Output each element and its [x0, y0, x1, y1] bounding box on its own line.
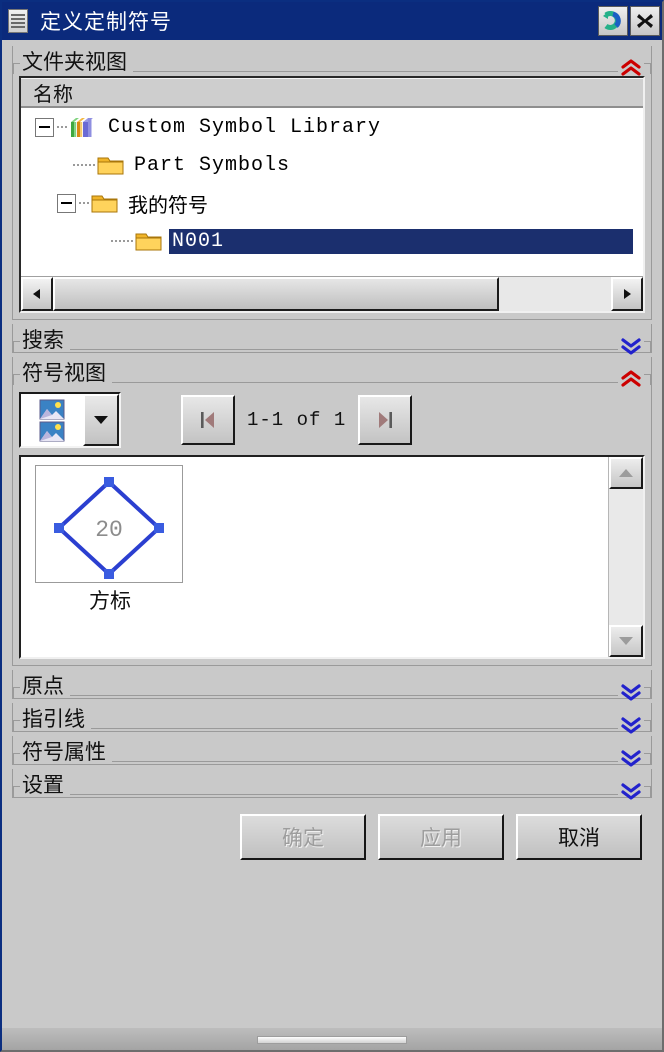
scroll-up-arrow-icon[interactable]: [609, 457, 643, 489]
titlebar: 定义定制符号: [2, 2, 662, 40]
hamburger-menu-icon[interactable]: [8, 9, 28, 33]
group-symbol-attributes-title: 符号属性: [22, 741, 106, 764]
define-custom-symbol-dialog: 定义定制符号 文件夹视图 名称 Custom Symbol Library Pa…: [0, 0, 664, 1052]
group-folder-view-header[interactable]: 文件夹视图: [13, 46, 651, 76]
dialog-body: 文件夹视图 名称 Custom Symbol Library Part Symb…: [2, 40, 662, 860]
folder-icon: [91, 191, 119, 215]
group-leader-line-title: 指引线: [22, 708, 85, 731]
folder-tree[interactable]: Custom Symbol Library Part Symbols 我的符号 …: [21, 108, 643, 276]
dialog-footer: 确定 应用 取消: [12, 802, 652, 860]
ok-button[interactable]: 确定: [240, 814, 366, 860]
group-folder-view-content: 名称 Custom Symbol Library Part Symbols 我的…: [19, 76, 645, 313]
tree-horizontal-scrollbar[interactable]: [21, 276, 643, 311]
group-settings: 设置: [12, 769, 652, 800]
tree-row[interactable]: Custom Symbol Library: [21, 108, 643, 146]
group-settings-title: 设置: [22, 774, 64, 797]
apply-button[interactable]: 应用: [378, 814, 504, 860]
chevron-down-double-icon[interactable]: [618, 781, 644, 801]
thumbnail-list-icon: [21, 394, 83, 446]
last-page-icon[interactable]: [358, 395, 413, 445]
folder-icon: [135, 229, 163, 253]
page-title: 定义定制符号: [40, 11, 172, 34]
group-origin: 原点: [12, 670, 652, 701]
tree-item-label: Custom Symbol Library: [108, 115, 382, 139]
chevron-down-double-icon[interactable]: [618, 715, 644, 735]
symbol-value-text: 20: [95, 517, 123, 543]
folder-icon: [97, 153, 125, 177]
symbol-name-label: 方标: [89, 590, 131, 613]
tree-item-label: Part Symbols: [134, 153, 291, 177]
scroll-left-arrow-icon[interactable]: [21, 277, 53, 311]
close-x-icon[interactable]: [630, 6, 660, 36]
resize-grip[interactable]: [257, 1036, 407, 1044]
scroll-right-arrow-icon[interactable]: [611, 277, 643, 311]
group-settings-header[interactable]: 设置: [13, 769, 651, 800]
resize-grip-bar[interactable]: [2, 1036, 662, 1044]
symbol-preview-thumbnail[interactable]: 20: [35, 465, 183, 583]
group-origin-title: 原点: [22, 675, 64, 698]
tree-row[interactable]: 我的符号: [21, 184, 643, 222]
pager-range-label: 1-1 of 1: [247, 409, 347, 431]
scrollbar-track[interactable]: [609, 489, 643, 625]
group-symbol-view-header[interactable]: 符号视图: [13, 357, 651, 387]
tree-item-label: N001: [169, 228, 633, 254]
group-folder-view-title: 文件夹视图: [22, 51, 127, 74]
tree-row[interactable]: Part Symbols: [21, 146, 643, 184]
group-origin-header[interactable]: 原点: [13, 670, 651, 701]
cancel-button[interactable]: 取消: [516, 814, 642, 860]
symbol-list-vertical-scrollbar[interactable]: [608, 457, 643, 657]
scrollbar-thumb[interactable]: [53, 277, 500, 311]
chevron-down-double-icon[interactable]: [618, 748, 644, 768]
group-symbol-view: 符号视图 1-1 of 1 20 方标: [12, 357, 652, 666]
group-symbol-view-title: 符号视图: [22, 362, 106, 385]
group-symbol-attributes-header[interactable]: 符号属性: [13, 736, 651, 767]
tree-expander-minus-icon[interactable]: [57, 193, 76, 213]
symbol-list-area[interactable]: 20 方标: [21, 457, 608, 657]
tree-item-label: 我的符号: [128, 194, 208, 217]
tree-column-header-name[interactable]: 名称: [21, 78, 643, 108]
chevron-down-double-icon[interactable]: [618, 682, 644, 702]
symbol-view-toolbar: 1-1 of 1: [19, 389, 645, 451]
group-symbol-attributes: 符号属性: [12, 736, 652, 767]
chevron-up-double-icon[interactable]: [618, 58, 644, 78]
symbol-pager: 1-1 of 1: [181, 395, 413, 445]
books-icon: [69, 114, 99, 140]
group-symbol-view-content: 1-1 of 1 20 方标: [19, 389, 645, 659]
chevron-down-double-icon[interactable]: [618, 336, 644, 356]
folder-tree-panel: 名称 Custom Symbol Library Part Symbols 我的…: [19, 76, 645, 313]
group-search: 搜索: [12, 324, 652, 355]
symbol-list[interactable]: 20 方标: [19, 455, 645, 659]
group-leader-line: 指引线: [12, 703, 652, 734]
first-page-icon[interactable]: [181, 395, 235, 445]
scroll-down-arrow-icon[interactable]: [609, 625, 643, 657]
group-leader-line-header[interactable]: 指引线: [13, 703, 651, 734]
tree-expander-minus-icon[interactable]: [35, 117, 54, 137]
chevron-up-double-icon[interactable]: [618, 369, 644, 389]
view-mode-combobox[interactable]: [19, 392, 121, 448]
tree-row-selected[interactable]: N001: [21, 222, 643, 260]
reset-arrow-icon[interactable]: [598, 6, 628, 36]
chevron-down-icon[interactable]: [83, 394, 119, 446]
group-search-header[interactable]: 搜索: [13, 324, 651, 355]
list-item[interactable]: 20 方标: [35, 465, 185, 615]
group-search-title: 搜索: [22, 329, 64, 352]
scrollbar-track[interactable]: [53, 277, 611, 311]
group-folder-view: 文件夹视图 名称 Custom Symbol Library Part Symb…: [12, 46, 652, 320]
